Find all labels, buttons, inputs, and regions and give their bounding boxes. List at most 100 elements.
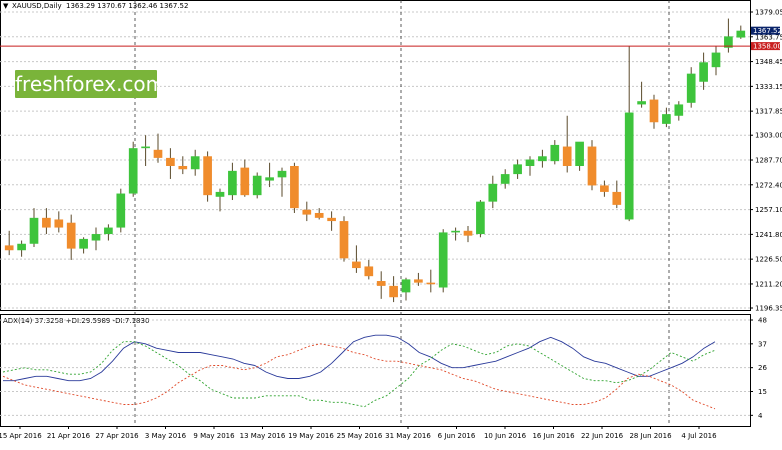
date-tick-label: 19 May 2016 [288, 432, 334, 440]
candle-body [265, 177, 274, 181]
adx-lines [2, 334, 716, 410]
candle-body [538, 156, 547, 162]
level-price-label: 1358.00 [753, 43, 782, 51]
candle-body [190, 156, 200, 170]
date-tick-label: 3 May 2016 [145, 432, 187, 440]
candle-body [66, 222, 76, 249]
candle-body [228, 170, 237, 196]
price-axis: 1379.051363.751348.451333.151317.851303.… [750, 9, 782, 313]
candle-body [79, 238, 88, 249]
date-tick-label: 13 May 2016 [240, 432, 286, 440]
candle-body [711, 52, 721, 68]
candle-body [141, 146, 150, 149]
candle-body [649, 99, 659, 123]
adx-tick-label: 48 [758, 317, 767, 325]
candle-body [637, 101, 646, 105]
trading-chart-window: ▼ XAUUSD,Daily 1363.29 1370.67 1362.46 1… [0, 0, 782, 446]
candle-body [463, 230, 473, 236]
candle-body [587, 146, 597, 186]
price-tick-label: 1241.80 [755, 231, 782, 239]
candle-body [426, 282, 436, 285]
adx-panel-frame [0, 314, 751, 427]
main-grid [0, 11, 750, 309]
candle-body [488, 183, 498, 202]
candle-body [401, 279, 411, 293]
candle-body [414, 279, 423, 283]
candle-body [128, 148, 138, 194]
candle-body [376, 281, 386, 286]
candle-body [178, 165, 188, 170]
watermark-logo: freshforex.com [15, 70, 166, 98]
price-tick-label: 1348.45 [755, 58, 782, 66]
date-axis: 15 Apr 2016 21 Apr 2016 27 Apr 2016 3 May 2… [0, 426, 717, 440]
candle-body [277, 170, 287, 178]
price-tick-label: 1257.10 [755, 206, 782, 214]
date-tick-label: 28 Jun 2016 [629, 432, 672, 440]
candle-body [525, 159, 535, 166]
candle-body [600, 185, 609, 192]
date-tick-label: 21 Apr 2016 [47, 432, 91, 440]
candle-body [612, 191, 622, 205]
candle-body [562, 146, 572, 166]
current-price-label: 1367.52 [753, 27, 782, 35]
candles [4, 18, 746, 303]
date-tick-label: 22 Jun 2016 [581, 432, 624, 440]
candle-body [327, 217, 336, 222]
adx-line [3, 334, 716, 382]
candle-body [4, 245, 14, 251]
date-tick-label: 25 May 2016 [337, 432, 383, 440]
symbol-label: XAUUSD,Daily [12, 2, 62, 10]
price-tick-label: 1211.20 [755, 280, 782, 288]
candle-body [674, 104, 684, 116]
minus-di-line [2, 343, 716, 410]
date-tick-label: 31 May 2016 [385, 432, 431, 440]
date-tick-label: 6 Jun 2016 [438, 432, 476, 440]
candle-body [389, 285, 398, 298]
candle-body [42, 217, 51, 228]
ohlc-label: 1363.29 1370.67 1362.46 1367.52 [66, 2, 188, 10]
adx-tick-label: 37 [758, 340, 767, 348]
candle-body [476, 201, 485, 235]
candle-body [550, 144, 560, 162]
candle-body [240, 167, 250, 196]
adx-tick-label: 15 [758, 388, 767, 396]
candle-body [153, 149, 163, 158]
candle-body [116, 193, 126, 228]
price-tick-label: 1226.50 [755, 256, 782, 264]
adx-tick-label: 26 [758, 364, 767, 372]
date-tick-label: 10 Jun 2016 [484, 432, 527, 440]
price-tick-label: 1379.05 [755, 9, 782, 17]
candle-body [104, 227, 113, 235]
adx-header-label: ADX(14) 37.3258 +DI:29.5989 -DI:7.1830 [3, 317, 149, 325]
date-tick-label: 9 May 2016 [193, 432, 235, 440]
candle-body [314, 212, 324, 218]
candle-body [215, 191, 225, 197]
candle-body [451, 230, 460, 233]
candle-body [29, 217, 39, 244]
candle-body [686, 73, 696, 103]
candle-body [17, 243, 26, 251]
main-panel-frame [0, 0, 751, 311]
candle-body [438, 232, 448, 288]
adx-tick-label: 4 [758, 412, 763, 420]
price-tick-label: 1333.15 [755, 83, 782, 91]
candle-body [302, 209, 312, 215]
price-tick-label: 1196.35 [755, 305, 782, 313]
price-tick-label: 1303.00 [755, 132, 782, 140]
chart-canvas[interactable]: ▼ XAUUSD,Daily 1363.29 1370.67 1362.46 1… [0, 0, 782, 446]
candle-body [352, 261, 361, 269]
price-tick-label: 1272.40 [755, 181, 782, 189]
candle-body [364, 266, 374, 277]
price-tick-label: 1287.70 [755, 157, 782, 165]
plus-di-line [2, 341, 716, 408]
candle-body [339, 221, 349, 259]
date-tick-label: 16 Jun 2016 [532, 432, 575, 440]
candle-body [662, 114, 671, 124]
candle-body [166, 157, 175, 166]
candle-body [699, 62, 708, 82]
date-tick-label: 27 Apr 2016 [95, 432, 139, 440]
chart-header-triangle-icon[interactable]: ▼ [3, 2, 9, 10]
adx-grid [0, 319, 750, 416]
date-tick-label: 15 Apr 2016 [0, 432, 42, 440]
candle-body [290, 165, 299, 209]
